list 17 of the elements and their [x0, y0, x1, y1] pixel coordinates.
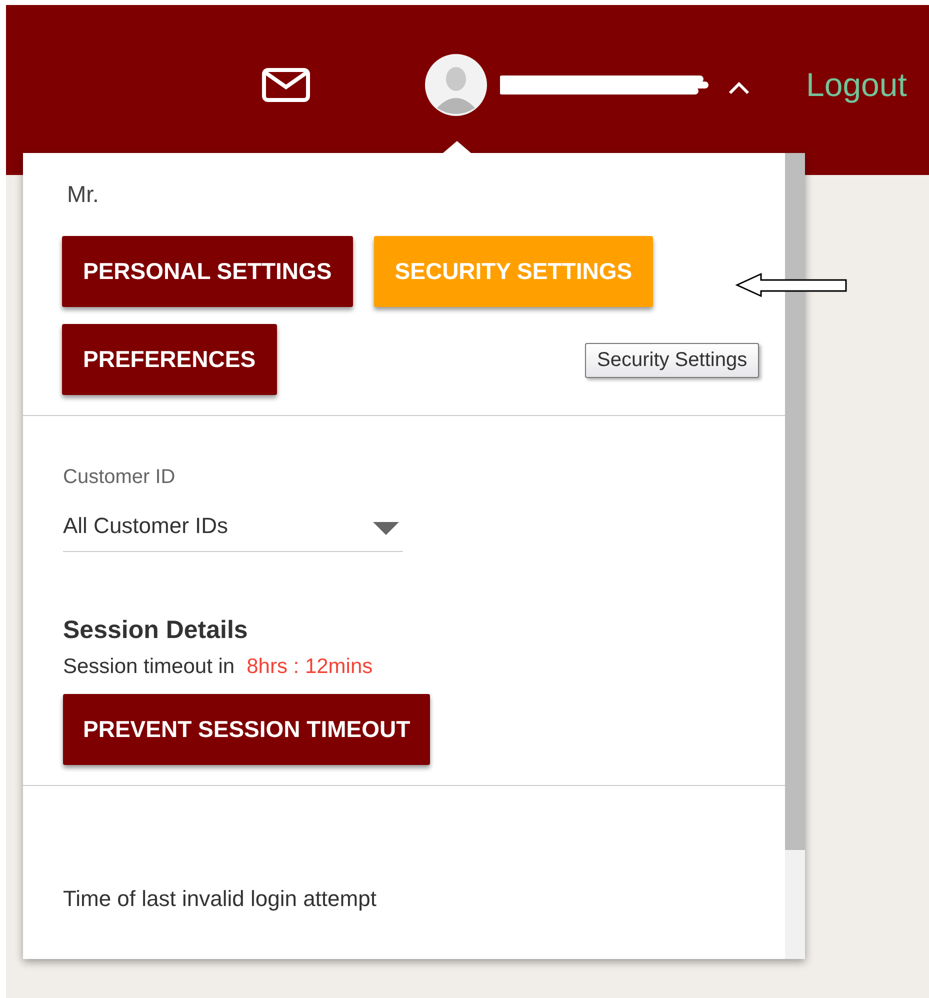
tooltip: Security Settings [585, 343, 760, 378]
greeting-text: Mr. [66, 180, 100, 208]
timeout-label: Session timeout in [63, 655, 235, 679]
timeout-value: 8hrs : 12mins [246, 655, 373, 679]
mail-icon[interactable] [262, 68, 310, 102]
settings-button[interactable]: PERSONAL SETTINGS [62, 236, 353, 307]
last-login-label: Time of last invalid login attempt [62, 885, 378, 912]
section-title: Session Details [63, 616, 249, 645]
field-label: Customer ID [63, 466, 176, 489]
customer-id-dropdown[interactable]: All Customer IDs [63, 513, 403, 552]
caret-icon[interactable] [728, 81, 750, 95]
dropdown-icon [373, 522, 399, 536]
logout-link[interactable]: Logout [806, 66, 907, 104]
prevent-timeout-button[interactable]: PREVENT SESSION TIMEOUT [63, 694, 430, 765]
scrollbar[interactable] [785, 153, 805, 959]
avatar-icon[interactable] [425, 54, 487, 116]
settings-button[interactable]: PREFERENCES [62, 324, 277, 395]
